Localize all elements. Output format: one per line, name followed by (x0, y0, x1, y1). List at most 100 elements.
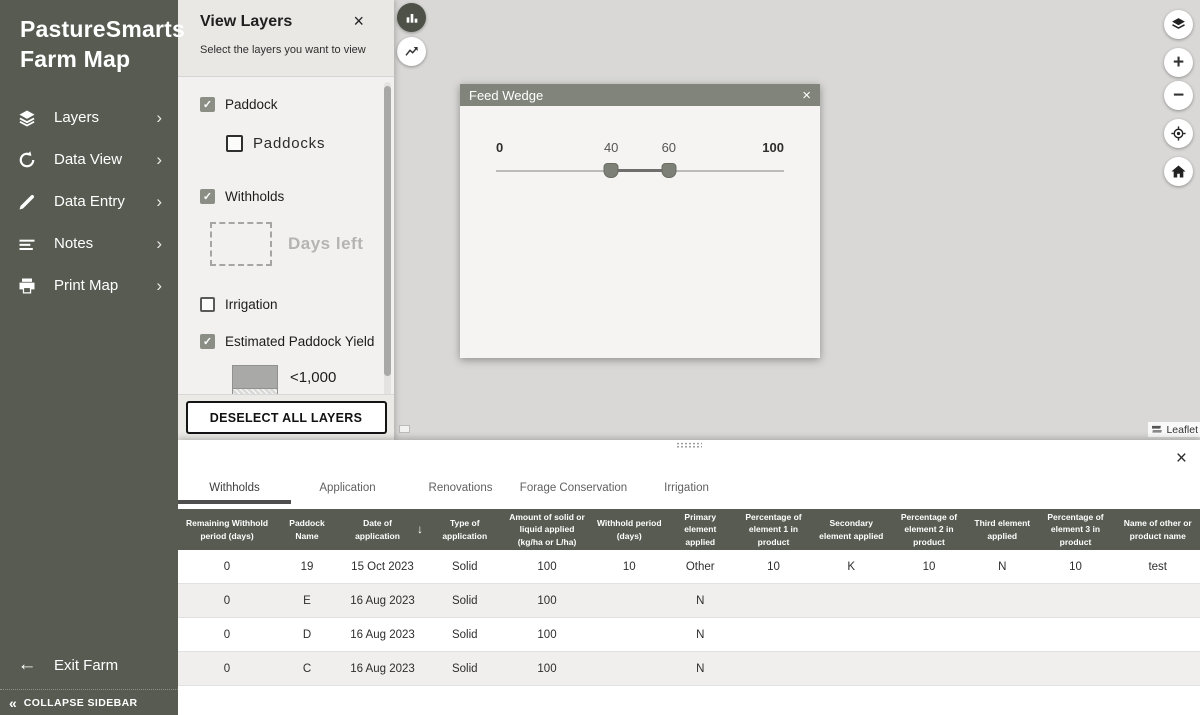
table-cell: 16 Aug 2023 (338, 663, 427, 675)
locate-button[interactable] (1164, 119, 1193, 148)
column-header-label: Withhold period (days) (596, 517, 664, 542)
tab-label: Withholds (209, 482, 260, 494)
double-chevron-left-icon: « (9, 695, 17, 711)
tab-label: Application (319, 482, 375, 494)
column-header[interactable]: Third element applied (969, 509, 1036, 550)
sidebar-item-data-view[interactable]: Data View › (0, 139, 178, 181)
paddocks-checkbox[interactable] (226, 135, 243, 152)
tab-renovations[interactable]: Renovations (404, 473, 517, 504)
layer-item-paddock[interactable]: Paddock (200, 97, 384, 112)
app-title-line2: Farm Map (20, 44, 178, 74)
yield-checkbox[interactable] (200, 334, 215, 349)
zoom-in-button[interactable]: + (1164, 48, 1193, 77)
column-header[interactable]: Type of application (427, 509, 503, 550)
column-header-label: Type of application (431, 517, 499, 542)
close-icon[interactable]: × (353, 11, 364, 32)
tab-application[interactable]: Application (291, 473, 404, 504)
column-header-label: Date of application (342, 517, 413, 542)
tab-forage-conservation[interactable]: Forage Conservation (517, 473, 630, 504)
sidebar-item-print-map[interactable]: Print Map › (0, 265, 178, 307)
exit-farm-button[interactable]: ← Exit Farm (0, 643, 178, 687)
sidebar-item-notes[interactable]: Notes › (0, 223, 178, 265)
withholds-checkbox[interactable] (200, 189, 215, 204)
column-header[interactable]: Paddock Name (276, 509, 338, 550)
column-header[interactable]: Date of application↓ (338, 509, 427, 550)
column-header[interactable]: Percentage of element 2 in product (889, 509, 969, 550)
tab-withholds[interactable]: Withholds (178, 473, 291, 504)
column-header-label: Third element applied (973, 517, 1032, 542)
chevron-right-icon: › (156, 108, 162, 128)
paddock-checkbox[interactable] (200, 97, 215, 112)
column-header[interactable]: Amount of solid or liquid applied (kg/ha… (503, 509, 592, 550)
app-title-line1: PastureSmarts (20, 14, 178, 44)
column-header[interactable]: Percentage of element 1 in product (734, 509, 814, 550)
layer-label: Irrigation (225, 297, 278, 312)
table-row[interactable]: 0C16 Aug 2023Solid100N (178, 652, 1200, 686)
close-icon[interactable]: × (802, 88, 811, 103)
deselect-all-layers-button[interactable]: DESELECT ALL LAYERS (186, 401, 387, 434)
collapse-sidebar-label: COLLAPSE SIDEBAR (24, 697, 138, 709)
irrigation-checkbox[interactable] (200, 297, 215, 312)
layer-item-irrigation[interactable]: Irrigation (200, 297, 384, 312)
slider-handle-2[interactable] (661, 163, 676, 178)
column-header[interactable]: Percentage of element 3 in product (1036, 509, 1116, 550)
feed-wedge-popup: Feed Wedge × 0 40 60 100 (460, 84, 820, 358)
table-cell: K (814, 561, 890, 573)
attribution-text[interactable]: Leaflet (1166, 424, 1198, 436)
layer-label: Paddocks (253, 135, 325, 152)
slider-handle-1[interactable] (604, 163, 619, 178)
column-header-label: Amount of solid or liquid applied (kg/ha… (507, 511, 588, 548)
layer-item-withholds[interactable]: Withholds (200, 189, 384, 204)
table-row[interactable]: 0D16 Aug 2023Solid100N (178, 618, 1200, 652)
home-button[interactable] (1164, 157, 1193, 186)
table-body: 01915 Oct 2023Solid10010Other10K10N10tes… (178, 550, 1200, 686)
layers-toggle-button[interactable] (1164, 10, 1193, 39)
column-header[interactable]: Remaining Withhold period (days) (178, 509, 276, 550)
table-row[interactable]: 01915 Oct 2023Solid10010Other10K10N10tes… (178, 550, 1200, 584)
table-cell: Solid (427, 663, 503, 675)
table-cell: 100 (503, 663, 592, 675)
map-scale (399, 425, 410, 433)
panel-subtitle: Select the layers you want to view (200, 44, 374, 56)
map-controls: + − (1164, 10, 1193, 186)
column-header-label: Percentage of element 1 in product (738, 511, 810, 548)
table-cell: 10 (734, 561, 814, 573)
sidebar-item-data-entry[interactable]: Data Entry › (0, 181, 178, 223)
column-header[interactable]: Secondary element applied (814, 509, 890, 550)
layer-list: Paddock Paddocks Withholds Days left Irr… (178, 78, 384, 440)
table-row[interactable]: 0E16 Aug 2023Solid100N (178, 584, 1200, 618)
panel-drag-handle[interactable] (676, 442, 702, 448)
column-header[interactable]: Primary element applied (667, 509, 734, 550)
slider-value-label-1: 40 (604, 140, 618, 155)
sort-descending-icon[interactable]: ↓ (417, 521, 423, 538)
table-cell: Solid (427, 595, 503, 607)
tab-irrigation[interactable]: Irrigation (630, 473, 743, 504)
layer-item-estimated-paddock-yield[interactable]: Estimated Paddock Yield (200, 334, 384, 349)
slider-value-label-2: 60 (662, 140, 676, 155)
table-cell: 10 (592, 561, 668, 573)
collapse-sidebar-button[interactable]: « COLLAPSE SIDEBAR (0, 689, 178, 715)
table-cell: 0 (178, 561, 276, 573)
column-header-label: Paddock Name (280, 517, 334, 542)
layers-icon (16, 107, 38, 129)
zoom-out-button[interactable]: − (1164, 81, 1193, 110)
sidebar-item-layers[interactable]: Layers › (0, 97, 178, 139)
column-header[interactable]: Withhold period (days) (592, 509, 668, 550)
bar-chart-button[interactable] (397, 3, 426, 32)
layer-item-paddocks[interactable]: Paddocks (226, 135, 384, 152)
map-attribution[interactable]: Leaflet (1148, 422, 1200, 437)
yield-swatch-1 (232, 365, 278, 389)
column-header[interactable]: Name of other or product name (1116, 509, 1200, 550)
plus-icon: + (1173, 53, 1184, 72)
view-layers-panel: View Layers × Select the layers you want… (178, 0, 394, 440)
table-cell: 16 Aug 2023 (338, 629, 427, 641)
table-cell: N (667, 663, 734, 675)
slider-selected-range[interactable] (611, 169, 669, 172)
scrollbar-thumb[interactable] (384, 86, 391, 376)
withhold-swatch (210, 222, 272, 266)
trend-chart-button[interactable] (397, 37, 426, 66)
table-cell: 0 (178, 629, 276, 641)
table-cell: 100 (503, 561, 592, 573)
tab-label: Forage Conservation (520, 482, 627, 494)
close-icon[interactable]: × (1176, 449, 1187, 468)
